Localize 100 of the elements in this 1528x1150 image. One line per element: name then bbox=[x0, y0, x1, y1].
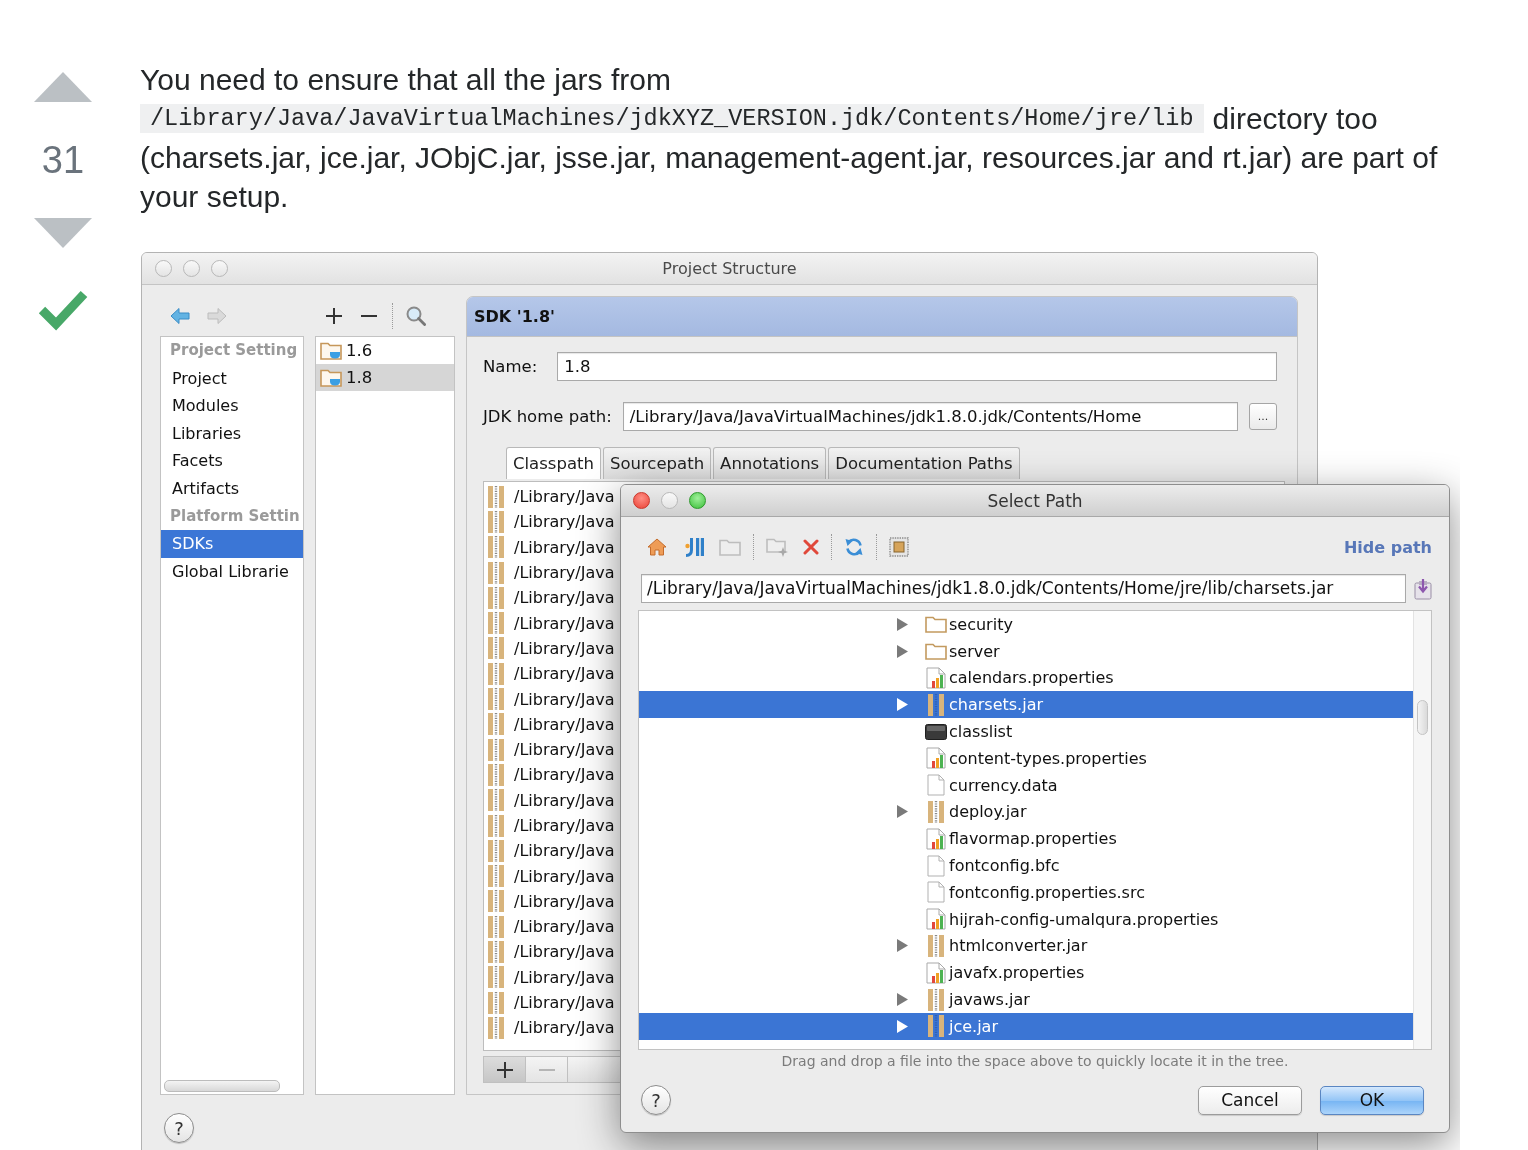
sidebar-header: Platform Settin bbox=[170, 505, 300, 527]
archive-icon bbox=[488, 966, 504, 989]
window-minimize-icon[interactable] bbox=[661, 492, 678, 509]
tree-row[interactable]: hijrah-config-umalqura.properties bbox=[897, 905, 1219, 933]
field-label: Name: bbox=[483, 357, 538, 376]
tree-row[interactable]: server bbox=[897, 637, 1000, 665]
path-field[interactable]: /Library/Java/JavaVirtualMachines/jdk1.8.0.jdk/Contents/Home/jre/lib/charsets.jar bbox=[641, 574, 1406, 603]
hint-text: Drag and drop a file into the space above to quickly locate it in the tree. bbox=[781, 1052, 1289, 1070]
tree-row[interactable]: content-types.properties bbox=[897, 745, 1147, 772]
classpath-row[interactable]: /Library/Java bbox=[488, 534, 615, 560]
classpath-row[interactable]: /Library/Java bbox=[488, 888, 615, 915]
path-field[interactable]: /Library/Java/JavaVirtualMachines/jdk1.8.0.jdk/Contents/Home bbox=[622, 402, 1238, 431]
back-icon[interactable] bbox=[170, 307, 190, 325]
classpath-row[interactable]: /Library/Java bbox=[488, 939, 615, 965]
sdk-item[interactable]: 1.6 bbox=[320, 337, 373, 364]
classpath-row[interactable]: /Library/Java bbox=[488, 585, 615, 611]
expand-arrow-icon[interactable] bbox=[897, 939, 908, 953]
home-icon[interactable] bbox=[647, 538, 667, 556]
answer-text: You need to ensure that all the jars from bbox=[140, 62, 672, 98]
tab[interactable]: Classpath bbox=[506, 447, 601, 479]
window-zoom-icon[interactable] bbox=[211, 260, 228, 277]
classpath-row[interactable]: /Library/Java bbox=[488, 635, 615, 662]
sidebar-item[interactable]: Artifacts bbox=[172, 474, 240, 503]
clipboard-arrow-icon[interactable] bbox=[1414, 577, 1432, 600]
classpath-row[interactable]: /Library/Java bbox=[488, 559, 615, 586]
expand-arrow-icon[interactable] bbox=[897, 698, 908, 712]
classpath-row[interactable]: /Library/Java bbox=[488, 989, 615, 1016]
classpath-row[interactable]: /Library/Java bbox=[488, 787, 615, 813]
tab[interactable]: Documentation Paths bbox=[828, 447, 1020, 479]
classpath-row[interactable]: /Library/Java bbox=[488, 914, 615, 940]
tree-row[interactable]: security bbox=[897, 611, 1013, 638]
dialog-button[interactable]: OK bbox=[1320, 1085, 1424, 1115]
classpath-row[interactable]: /Library/Java bbox=[488, 484, 615, 510]
classpath-row[interactable]: /Library/Java bbox=[488, 1015, 615, 1041]
classpath-row[interactable]: /Library/Java bbox=[488, 812, 615, 839]
expand-arrow-icon[interactable] bbox=[897, 617, 908, 631]
tree-row[interactable]: calendars.properties bbox=[897, 664, 1114, 692]
sidebar-item[interactable]: SDKs bbox=[161, 530, 303, 558]
tab[interactable]: Sourcepath bbox=[602, 447, 712, 479]
hide-path-link[interactable]: Hide path bbox=[1343, 537, 1432, 557]
module-icon[interactable] bbox=[682, 537, 704, 557]
expand-arrow-icon[interactable] bbox=[897, 1019, 908, 1033]
upvote-arrow-icon[interactable] bbox=[34, 72, 92, 102]
classpath-row[interactable]: /Library/Java bbox=[488, 863, 615, 889]
tree-row[interactable]: flavormap.properties bbox=[897, 825, 1117, 853]
name-field[interactable]: 1.8 bbox=[557, 352, 1277, 381]
folder-icon bbox=[925, 642, 947, 661]
downvote-arrow-icon[interactable] bbox=[34, 218, 92, 248]
sidebar-item[interactable]: Project bbox=[172, 364, 227, 393]
scrollbar-thumb[interactable] bbox=[1417, 700, 1428, 735]
expand-arrow-icon[interactable] bbox=[897, 644, 908, 658]
search-icon[interactable] bbox=[406, 306, 426, 326]
tree-row[interactable]: javaws.jar bbox=[897, 986, 1030, 1013]
tree-row[interactable]: charsets.jar bbox=[639, 691, 1413, 719]
help-button[interactable]: ? bbox=[641, 1085, 671, 1115]
tree-row[interactable]: classlist bbox=[897, 718, 1013, 745]
expand-arrow-icon[interactable] bbox=[897, 805, 908, 819]
window-close-icon[interactable] bbox=[633, 492, 650, 509]
sidebar-item[interactable]: Facets bbox=[172, 447, 223, 475]
scrollbar-thumb[interactable] bbox=[164, 1080, 280, 1092]
tree-row[interactable]: fontconfig.bfc bbox=[897, 852, 1060, 879]
browse-button[interactable]: ... bbox=[1249, 403, 1277, 430]
classpath-row[interactable]: /Library/Java bbox=[488, 762, 615, 788]
classpath-row[interactable]: /Library/Java bbox=[488, 736, 615, 763]
archive-icon bbox=[488, 485, 504, 508]
tree-row[interactable]: javafx.properties bbox=[897, 959, 1085, 987]
archive-icon bbox=[928, 934, 944, 957]
dialog-button[interactable]: Cancel bbox=[1198, 1085, 1302, 1115]
classpath-row[interactable]: /Library/Java bbox=[488, 686, 615, 712]
tree-row[interactable]: htmlconverter.jar bbox=[897, 932, 1088, 960]
classpath-row[interactable]: /Library/Java bbox=[488, 509, 615, 535]
refresh-icon[interactable] bbox=[844, 537, 864, 557]
help-button[interactable]: ? bbox=[164, 1113, 194, 1143]
archive-icon bbox=[488, 763, 504, 786]
tree-row[interactable]: jce.jar bbox=[639, 1012, 1413, 1040]
tree-row[interactable]: currency.data bbox=[897, 771, 1058, 799]
expand-arrow-icon[interactable] bbox=[897, 993, 908, 1007]
classpath-row[interactable]: /Library/Java bbox=[488, 838, 615, 864]
window-close-icon[interactable] bbox=[155, 260, 172, 277]
classpath-row[interactable]: /Library/Java bbox=[488, 661, 615, 687]
delete-icon[interactable] bbox=[803, 539, 819, 555]
window-minimize-icon[interactable] bbox=[183, 260, 200, 277]
sidebar-item[interactable]: Modules bbox=[172, 392, 239, 420]
classpath-row[interactable]: /Library/Java bbox=[488, 711, 615, 737]
archive-icon bbox=[488, 814, 504, 837]
tab[interactable]: Annotations bbox=[713, 447, 827, 479]
add-icon[interactable] bbox=[326, 308, 342, 324]
dotted-square-icon[interactable] bbox=[889, 537, 909, 557]
sidebar-item[interactable]: Libraries bbox=[172, 419, 242, 448]
window-zoom-icon[interactable] bbox=[689, 492, 706, 509]
archive-icon bbox=[928, 693, 944, 716]
add-button[interactable] bbox=[484, 1057, 526, 1082]
sdk-item[interactable]: 1.8 bbox=[316, 364, 454, 391]
classpath-row[interactable]: /Library/Java bbox=[488, 610, 615, 636]
classpath-row[interactable]: /Library/Java bbox=[488, 964, 615, 990]
tree-row[interactable]: deploy.jar bbox=[897, 798, 1027, 826]
sidebar-item[interactable]: Global Librarie bbox=[172, 557, 289, 586]
tree-row[interactable]: fontconfig.properties.src bbox=[897, 878, 1145, 906]
folder-cup-icon bbox=[320, 368, 342, 387]
archive-icon bbox=[488, 941, 504, 963]
